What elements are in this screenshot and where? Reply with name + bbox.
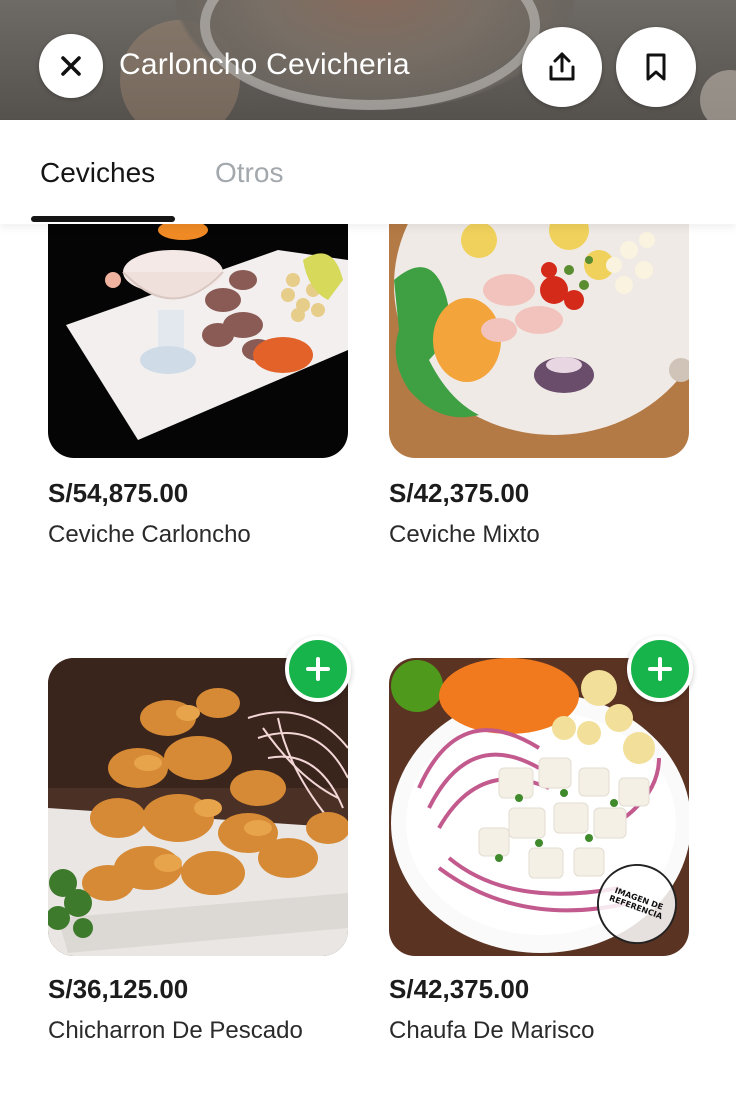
add-to-cart-button[interactable] <box>627 636 693 702</box>
watermark-text: IMAGEN DE REFERENCIA <box>607 886 665 922</box>
bookmark-icon <box>646 53 666 81</box>
plus-icon <box>648 657 672 681</box>
product-image[interactable] <box>48 658 348 956</box>
product-name: Ceviche Carloncho <box>48 521 251 548</box>
close-button[interactable] <box>39 34 103 98</box>
product-card-chicharron-de-pescado[interactable]: S/36,125.00 Chicharron De Pescado <box>48 636 351 1058</box>
product-name: Chaufa De Marisco <box>389 1017 595 1044</box>
product-price: S/42,375.00 <box>389 478 530 508</box>
product-price: S/42,375.00 <box>389 974 530 1004</box>
product-name: Ceviche Mixto <box>389 521 540 548</box>
category-tabs: Ceviches Otros <box>0 120 736 224</box>
active-tab-indicator <box>31 216 175 222</box>
product-price: S/54,875.00 <box>48 478 189 508</box>
share-icon <box>549 52 575 81</box>
close-icon <box>61 56 81 76</box>
product-name: Chicharron De Pescado <box>48 1017 303 1044</box>
add-to-cart-button[interactable] <box>285 636 351 702</box>
share-button[interactable] <box>522 27 602 107</box>
store-header: Carloncho Cevicheria <box>0 0 736 120</box>
store-title: Carloncho Cevicheria <box>119 48 410 81</box>
product-image[interactable]: IMAGEN DE REFERENCIA <box>389 658 689 956</box>
tab-ceviches[interactable]: Ceviches <box>40 157 155 189</box>
plus-icon <box>306 657 330 681</box>
tab-otros[interactable]: Otros <box>215 157 283 189</box>
product-card-chaufa-de-marisco[interactable]: IMAGEN DE REFERENCIA S/42,375.00 Chaufa … <box>389 636 693 1058</box>
product-price: S/36,125.00 <box>48 974 189 1004</box>
bookmark-button[interactable] <box>616 27 696 107</box>
